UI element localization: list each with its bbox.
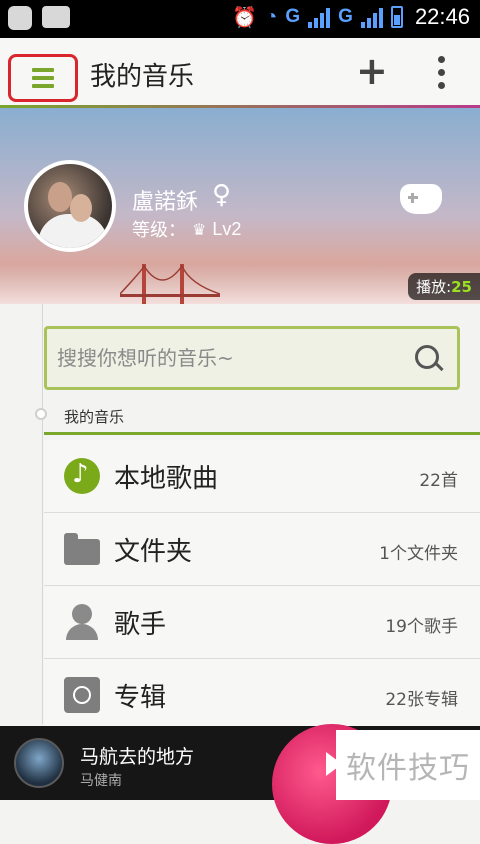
timeline-line: [42, 304, 43, 724]
now-playing-artist: 马健南: [80, 773, 122, 789]
section-divider: [44, 432, 480, 435]
list-item-count: 22张专辑: [385, 690, 458, 710]
wifi-icon: ◔: [265, 5, 278, 28]
status-bar: ⏰ ◔ G G 22:46: [0, 0, 480, 38]
now-playing-title: 马航去的地方: [80, 746, 195, 768]
network-type-1: G: [285, 6, 301, 27]
list-item-albums[interactable]: 专辑 22张专辑: [44, 659, 480, 732]
list-item-label: 专辑: [114, 683, 167, 713]
level-value: Lv2: [212, 218, 242, 239]
library-list: 本地歌曲 22首 文件夹 1个文件夹 歌手 19个歌手 专辑 22张专辑: [44, 440, 480, 732]
user-level: 等级： ♛ Lv2: [132, 216, 241, 242]
timeline-dot: [35, 408, 47, 420]
list-item-label: 歌手: [114, 610, 167, 640]
battery-icon: [390, 6, 403, 28]
search-icon[interactable]: [415, 345, 439, 369]
list-item-label: 本地歌曲: [114, 464, 219, 494]
signal-icon: [308, 6, 331, 28]
message-icon: [42, 6, 70, 28]
folder-icon: [64, 533, 100, 565]
search-box[interactable]: [44, 326, 460, 390]
menu-button[interactable]: [8, 54, 78, 102]
signal-icon-2: [360, 6, 383, 28]
app-header: 我的音乐 +: [0, 38, 480, 108]
profile-banner: 盧諾鉌 ♀ 等级： ♛ Lv2 播放:25: [0, 108, 480, 304]
list-item-count: 19个歌手: [385, 617, 458, 637]
add-button[interactable]: +: [356, 52, 388, 90]
list-item-count: 1个文件夹: [379, 544, 458, 564]
notification-icon: [8, 6, 32, 30]
page-title: 我的音乐: [90, 62, 195, 92]
list-item-local-songs[interactable]: 本地歌曲 22首: [44, 440, 480, 513]
status-clock: 22:46: [414, 4, 470, 29]
album-cover[interactable]: [14, 738, 64, 788]
alarm-icon: ⏰: [232, 6, 258, 29]
play-count: 25: [451, 278, 472, 296]
list-item-label: 文件夹: [114, 537, 193, 567]
crown-icon: ♛: [192, 219, 207, 239]
network-type-2: G: [338, 6, 353, 27]
gender-female-icon: ♀: [212, 180, 232, 210]
play-label: 播放:: [416, 278, 452, 296]
username: 盧諾鉌: [132, 190, 199, 215]
album-disc-icon: [64, 677, 100, 713]
more-options-icon[interactable]: [438, 56, 445, 89]
section-title: 我的音乐: [64, 408, 125, 426]
hamburger-icon: [32, 68, 54, 88]
list-item-artists[interactable]: 歌手 19个歌手: [44, 586, 480, 659]
search-input[interactable]: [55, 337, 399, 379]
play-count-badge: 播放:25: [408, 273, 480, 300]
list-item-folders[interactable]: 文件夹 1个文件夹: [44, 513, 480, 586]
music-note-icon: [64, 458, 100, 494]
gamepad-icon[interactable]: [400, 184, 442, 214]
person-icon: [64, 604, 100, 640]
bridge-silhouette: [120, 264, 220, 304]
watermark: 软件技巧: [336, 730, 480, 800]
list-item-count: 22首: [419, 471, 458, 491]
level-label: 等级：: [132, 220, 186, 241]
avatar[interactable]: [24, 160, 116, 252]
